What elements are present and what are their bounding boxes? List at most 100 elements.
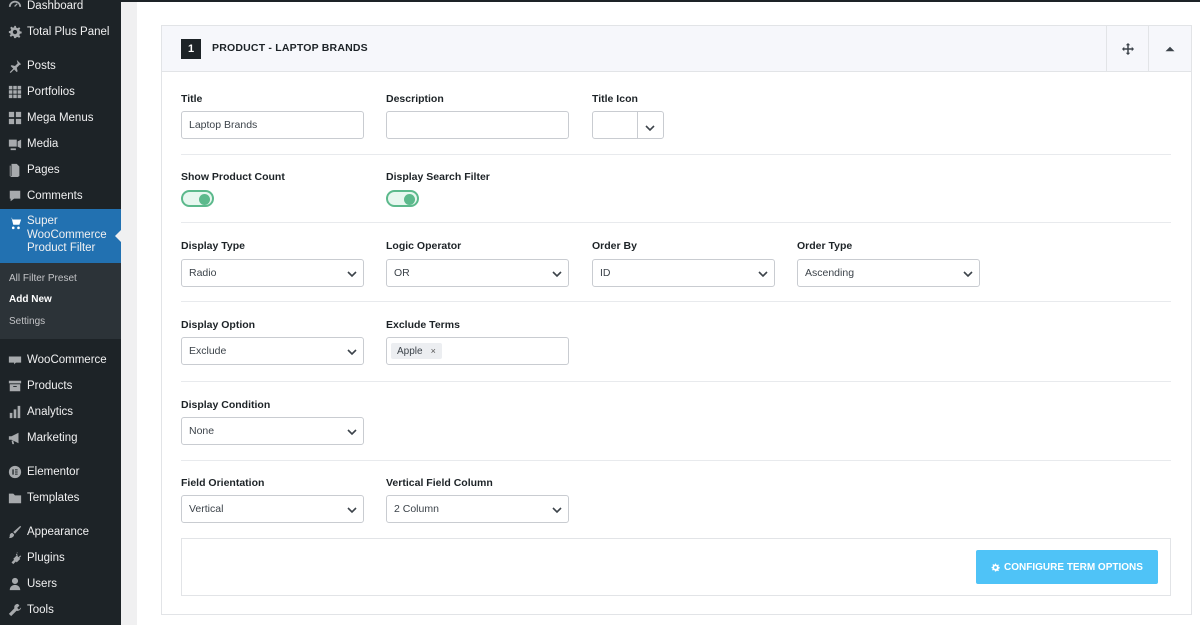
bar-chart-icon [5,404,25,420]
menu-appearance[interactable]: Appearance [0,519,121,545]
chevron-down-icon [347,269,357,279]
submenu: All Filter Preset Add New Settings [0,263,121,339]
chevron-down-icon [963,269,973,279]
menu-mega-menus[interactable]: Mega Menus [0,105,121,131]
submenu-add-new[interactable]: Add New [9,294,52,305]
grid-icon [5,84,25,100]
user-icon [5,576,25,592]
display-type-select[interactable]: Radio [181,259,364,287]
chevron-down-icon [552,505,562,515]
menu-pages[interactable]: Pages [0,157,121,183]
display-option-label: Display Option [181,319,256,331]
exclude-terms-label: Exclude Terms [386,319,460,331]
menu-products[interactable]: Products [0,373,121,399]
remove-tag-icon[interactable]: × [431,346,436,356]
exclude-terms-input[interactable]: Apple × [386,337,569,365]
caret-up-icon [1164,43,1176,55]
menu-media[interactable]: Media [0,131,121,157]
menu-super-woocommerce-product-filter[interactable]: Super WooCommerce Product Filter [0,209,121,263]
menu-plugins[interactable]: Plugins [0,545,121,571]
admin-sidebar: Dashboard Total Plus Panel Posts Portfol… [0,0,121,625]
menu-analytics[interactable]: Analytics [0,399,121,425]
gear-icon [991,563,1004,572]
chevron-down-icon [645,120,655,132]
field-orientation-label: Field Orientation [181,477,265,489]
elementor-icon [5,464,25,480]
woo-icon [5,352,25,368]
menu-total-plus-panel[interactable]: Total Plus Panel [0,19,121,45]
media-icon [5,136,25,152]
order-type-label: Order Type [797,240,853,252]
menu-templates[interactable]: Templates [0,485,121,511]
order-type-select[interactable]: Ascending [797,259,980,287]
archive-icon [5,378,25,394]
menu-posts[interactable]: Posts [0,53,121,79]
section-divider [181,301,1171,302]
display-search-filter-label: Display Search Filter [386,171,490,183]
title-input[interactable] [181,111,364,139]
menu-marketing[interactable]: Marketing [0,425,121,451]
active-menu-indicator [115,229,121,243]
chevron-down-icon [347,427,357,437]
menu-woocommerce[interactable]: WooCommerce [0,347,121,373]
field-number-badge: 1 [181,39,201,59]
toggle-knob [404,193,415,205]
display-option-select[interactable]: Exclude [181,337,364,365]
menu-comments[interactable]: Comments [0,183,121,209]
vertical-field-column-select[interactable]: 2 Column [386,495,569,523]
cart-icon [5,215,25,231]
menu-dashboard[interactable]: Dashboard [0,0,121,19]
chevron-down-icon [347,505,357,515]
submenu-all-filter-preset[interactable]: All Filter Preset [9,273,77,284]
menu-elementor[interactable]: Elementor [0,459,121,485]
toggle-knob [199,193,210,205]
term-options-box: CONFIGURE TERM OPTIONS [181,538,1171,596]
logic-operator-select[interactable]: OR [386,259,569,287]
wrench-icon [5,602,25,618]
description-input[interactable] [386,111,569,139]
page-icon [5,162,25,178]
menu-tools[interactable]: Tools [0,597,121,623]
show-product-count-label: Show Product Count [181,171,285,183]
brush-icon [5,524,25,540]
card-header[interactable]: 1 PRODUCT - LAPTOP BRANDS [162,26,1191,72]
display-type-label: Display Type [181,240,245,252]
menu-portfolios[interactable]: Portfolios [0,79,121,105]
plug-icon [5,550,25,566]
grid-icon [5,110,25,126]
field-orientation-select[interactable]: Vertical [181,495,364,523]
term-tag-apple: Apple × [391,343,442,359]
description-label: Description [386,93,444,105]
pin-icon [5,58,25,74]
collapse-toggle-button[interactable] [1148,26,1190,72]
comment-icon [5,188,25,204]
display-search-filter-toggle[interactable] [386,190,419,207]
menu-users[interactable]: Users [0,571,121,597]
picker-separator [637,112,638,138]
order-by-label: Order By [592,240,637,252]
display-condition-select[interactable]: None [181,417,364,445]
filter-field-card: 1 PRODUCT - LAPTOP BRANDS Title Descript… [161,25,1192,615]
configure-term-options-button[interactable]: CONFIGURE TERM OPTIONS [976,550,1158,584]
title-label: Title [181,93,203,105]
vertical-field-column-label: Vertical Field Column [386,477,493,489]
section-divider [181,381,1171,382]
title-icon-picker[interactable] [592,111,664,139]
display-condition-label: Display Condition [181,399,271,411]
title-icon-label: Title Icon [592,93,638,105]
megaphone-icon [5,430,25,446]
submenu-settings[interactable]: Settings [9,316,45,327]
chevron-down-icon [347,347,357,357]
logic-operator-label: Logic Operator [386,240,462,252]
section-divider [181,460,1171,461]
card-title: PRODUCT - LAPTOP BRANDS [212,42,368,54]
dashboard-icon [5,0,25,14]
show-product-count-toggle[interactable] [181,190,214,207]
section-divider [181,154,1171,155]
move-handle[interactable] [1106,26,1148,72]
move-icon [1121,43,1134,55]
chevron-down-icon [552,269,562,279]
gear-icon [5,24,25,40]
folder-icon [5,490,25,506]
order-by-select[interactable]: ID [592,259,775,287]
